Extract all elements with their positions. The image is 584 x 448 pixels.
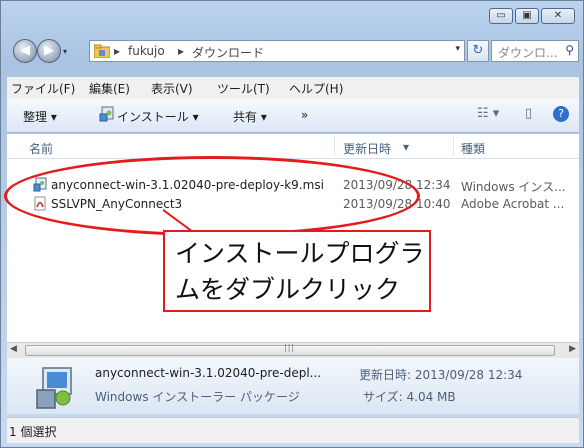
navigation-row: ◀ ▶ ▾ ▸ fukujo ▸ ダウンロード ▾ ↻ ダウンロ... ⚲ <box>13 39 579 63</box>
menu-file[interactable]: ファイル(F) <box>11 80 75 97</box>
close-button[interactable]: ✕ <box>541 8 575 24</box>
refresh-icon[interactable]: ↻ <box>467 40 489 62</box>
file-name: anyconnect-win-3.1.02040-pre-deploy-k9.m… <box>51 178 324 192</box>
detail-filetype: Windows インストーラー パッケージ <box>95 390 300 404</box>
horizontal-scrollbar[interactable]: ◀ ||| ▶ <box>7 342 579 358</box>
pdf-icon <box>34 196 46 211</box>
menu-edit[interactable]: 編集(E) <box>89 80 130 97</box>
breadcrumb-downloads[interactable]: ダウンロード <box>192 44 264 61</box>
install-button[interactable]: インストール ▾ <box>117 108 199 125</box>
file-type: Windows インス... <box>461 180 566 194</box>
breadcrumb-fukujo[interactable]: fukujo <box>128 44 165 58</box>
breadcrumb-separator: ▸ <box>114 44 121 58</box>
search-placeholder: ダウンロ... <box>498 46 558 60</box>
more-commands-button[interactable]: » <box>301 108 308 122</box>
column-name[interactable]: 名前 <box>29 140 53 157</box>
details-pane: anyconnect-win-3.1.02040-pre-depl... 更新日… <box>7 358 579 414</box>
scrollbar-thumb[interactable]: ||| <box>25 343 555 356</box>
callout-annotation: インストールプログラ ムをダブルクリック <box>163 208 431 312</box>
address-bar[interactable]: ▸ fukujo ▸ ダウンロード ▾ <box>89 40 465 62</box>
callout-line-2: ムをダブルクリック <box>175 275 401 304</box>
grip-icon: ||| <box>284 343 296 352</box>
detail-modified: 更新日時: 2013/09/28 12:34 <box>359 368 523 382</box>
detail-filename: anyconnect-win-3.1.02040-pre-depl... <box>95 366 322 380</box>
detail-size: サイズ: 4.04 MB <box>363 390 456 404</box>
forward-button[interactable]: ▶ <box>37 39 61 63</box>
installer-icon <box>99 106 114 122</box>
view-options-icon[interactable]: ☷ ▾ <box>477 106 499 121</box>
caption-buttons: ▭ ▣ ✕ <box>489 8 575 24</box>
preview-pane-icon[interactable]: ▯ <box>525 106 532 121</box>
back-button[interactable]: ◀ <box>13 39 37 63</box>
callout-box: インストールプログラ ムをダブルクリック <box>163 230 431 312</box>
share-button[interactable]: 共有 ▾ <box>233 108 267 125</box>
file-type: Adobe Acrobat ... <box>461 197 565 211</box>
callout-line-1: インストールプログラ <box>175 239 425 268</box>
scroll-left-icon[interactable]: ◀ <box>10 344 17 354</box>
status-text: 1 個選択 <box>9 425 57 439</box>
search-icon[interactable]: ⚲ <box>565 43 574 57</box>
command-bar: 整理 ▾ インストール ▾ 共有 ▾ » ☷ ▾ ▯ ? <box>7 99 579 133</box>
file-date: 2013/09/28 12:34 <box>343 178 451 192</box>
maximize-button[interactable]: ▣ <box>515 8 539 24</box>
menu-bar: ファイル(F) 編集(E) 表示(V) ツール(T) ヘルプ(H) <box>7 77 579 99</box>
breadcrumb-separator: ▸ <box>178 44 185 58</box>
folder-icon <box>94 44 110 58</box>
scroll-right-icon[interactable]: ▶ <box>569 344 576 354</box>
menu-view[interactable]: 表示(V) <box>151 80 193 97</box>
column-date[interactable]: 更新日時 <box>343 140 391 157</box>
msi-installer-icon <box>33 177 47 192</box>
search-input[interactable]: ダウンロ... ⚲ <box>491 40 579 62</box>
file-row[interactable]: anyconnect-win-3.1.02040-pre-deploy-k9.m… <box>7 176 579 194</box>
msi-installer-icon <box>36 367 72 409</box>
column-type[interactable]: 種類 <box>461 140 485 157</box>
menu-help[interactable]: ヘルプ(H) <box>289 80 343 97</box>
organize-button[interactable]: 整理 ▾ <box>23 108 57 125</box>
column-header: 名前 ▾ 更新日時 種類 <box>7 134 579 159</box>
menu-tools[interactable]: ツール(T) <box>217 80 270 97</box>
minimize-button[interactable]: ▭ <box>489 8 513 24</box>
help-icon[interactable]: ? <box>553 106 569 122</box>
chevron-down-icon[interactable]: ▾ <box>455 44 460 54</box>
status-bar: 1 個選択 <box>7 417 579 443</box>
sort-arrow-icon: ▾ <box>403 140 410 154</box>
recent-pages-icon[interactable]: ▾ <box>63 47 67 56</box>
